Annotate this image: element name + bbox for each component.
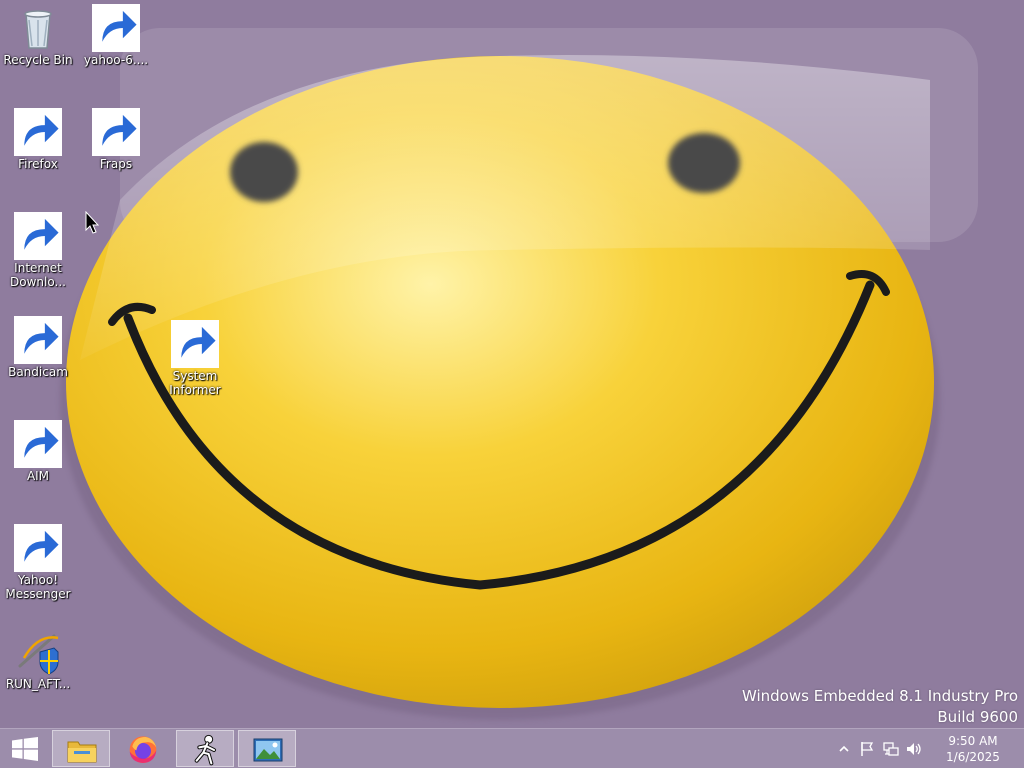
os-build-text: Build 9600 [937,708,1018,726]
shortcut-arrow-icon [92,108,140,156]
aim-running-man-icon [194,734,216,766]
volume-icon[interactable] [906,741,922,757]
desktop[interactable]: Recycle Bin yahoo-6.... Firefox Fraps In… [0,0,1024,728]
taskbar-clock[interactable]: 9:50 AM 1/6/2025 [928,733,1018,765]
shortcut-arrow-icon [14,316,62,364]
os-version-watermark: Windows Embedded 8.1 Industry Pro Build … [742,686,1018,728]
desktop-icon-label: RUN_AFT... [5,677,71,691]
show-hidden-icons-chevron-icon[interactable] [836,741,852,757]
desktop-icon-yahoo-installer[interactable]: yahoo-6.... [78,0,154,96]
shortcut-arrow-icon [14,524,62,572]
firefox-icon [129,736,157,763]
desktop-icon-system-informer[interactable]: System Informer [157,316,233,412]
action-center-flag-icon[interactable] [859,741,875,757]
desktop-icon-label: Firefox [18,157,58,171]
desktop-icon-label: AIM [26,469,50,483]
clock-time: 9:50 AM [948,734,998,748]
shortcut-arrow-icon [14,212,62,260]
taskbar-photo-viewer[interactable] [238,730,296,767]
mouse-pointer-icon [85,211,99,234]
start-button[interactable] [0,729,50,768]
taskbar-firefox[interactable] [114,730,172,767]
taskbar-aim[interactable] [176,730,234,767]
windows-logo-icon [12,737,38,761]
shield-wand-icon [18,634,59,675]
file-explorer-icon [67,741,97,763]
desktop-icon-fraps[interactable]: 99 Fraps [78,104,154,200]
desktop-icon-label: Yahoo! Messenger [5,573,71,601]
desktop-icon-label: Bandicam [8,365,68,379]
desktop-icon-label: Internet Downlo... [10,261,66,289]
desktop-icon-aim[interactable]: AIM [0,416,76,512]
os-edition-text: Windows Embedded 8.1 Industry Pro [741,687,1018,705]
desktop-icon-yahoo-messenger[interactable]: Y Yahoo! Messenger [0,520,76,616]
taskbar-file-explorer[interactable] [52,730,110,767]
shortcut-arrow-icon [14,108,62,156]
clock-date: 1/6/2025 [946,750,1000,764]
desktop-icon-bandicam[interactable]: Bandicam [0,312,76,408]
desktop-icon-firefox[interactable]: Firefox [0,104,76,200]
desktop-icon-label: Recycle Bin [3,53,73,67]
shortcut-arrow-icon [92,4,140,52]
desktop-icon-label: System Informer [169,369,221,397]
desktop-icon-run-aft[interactable]: RUN_AFT... [0,624,76,720]
shortcut-arrow-icon [14,420,62,468]
desktop-icon-internet-download-manager[interactable]: Internet Downlo... [0,208,76,304]
photo-viewer-icon [253,738,283,762]
desktop-icon-recycle-bin[interactable]: Recycle Bin [0,0,76,96]
desktop-icon-label: Fraps [99,157,133,171]
recycle-bin-icon [24,10,52,49]
taskbar: 9:50 AM 1/6/2025 [0,728,1024,768]
shortcut-arrow-icon [171,320,219,368]
network-icon[interactable] [883,741,899,757]
desktop-icon-label: yahoo-6.... [83,53,149,67]
